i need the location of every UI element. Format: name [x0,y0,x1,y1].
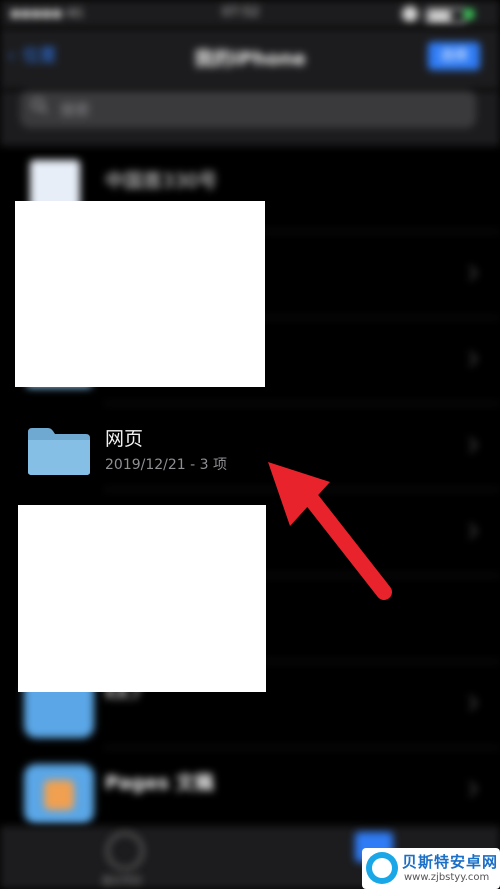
watermark-logo-icon [366,852,398,884]
watermark-title: 贝斯特安卓网 [402,853,499,871]
search-icon [31,97,48,114]
battery-icon [402,6,474,24]
item-name: Pages 文稿 [105,772,214,794]
status-time: 07:52 [222,5,260,20]
watermark-url: www.zjbstyy.com [404,872,490,883]
chevron-right-icon [469,351,478,367]
redaction-box [18,505,266,692]
list-item-webpage-folder[interactable]: 网页 2019/12/21 - 3 项 [0,404,500,490]
chevron-right-icon [469,781,478,797]
navigation-bar: ‹ 位置 我的iPhone 选择 [0,28,500,90]
search-area: 搜索 [0,90,500,146]
list-item[interactable]: Pages 文稿 [0,748,500,834]
recents-tab-label: 最近项目 [102,876,142,887]
item-meta: 2019/12/21 - 3 项 [105,457,228,473]
page-title: 我的iPhone [194,48,306,70]
status-bar: ●●●●● 4G 07:52 [0,0,500,28]
item-name: 网页 [105,428,144,450]
select-button[interactable]: 选择 [428,42,480,70]
search-input[interactable]: 搜索 [20,90,476,128]
folder-icon [28,428,90,475]
pages-folder-icon [24,764,94,824]
carrier-signal: ●●●●● 4G [10,6,84,20]
site-watermark: 贝斯特安卓网 www.zjbstyy.com [362,848,500,889]
chevron-right-icon [469,523,478,539]
search-placeholder: 搜索 [60,101,91,119]
chevron-right-icon [469,265,478,281]
item-name: 中国首330号 [105,170,218,192]
chevron-right-icon [469,437,478,453]
redaction-box [15,201,265,387]
chevron-right-icon [469,695,478,711]
recents-tab-icon[interactable] [106,832,144,870]
